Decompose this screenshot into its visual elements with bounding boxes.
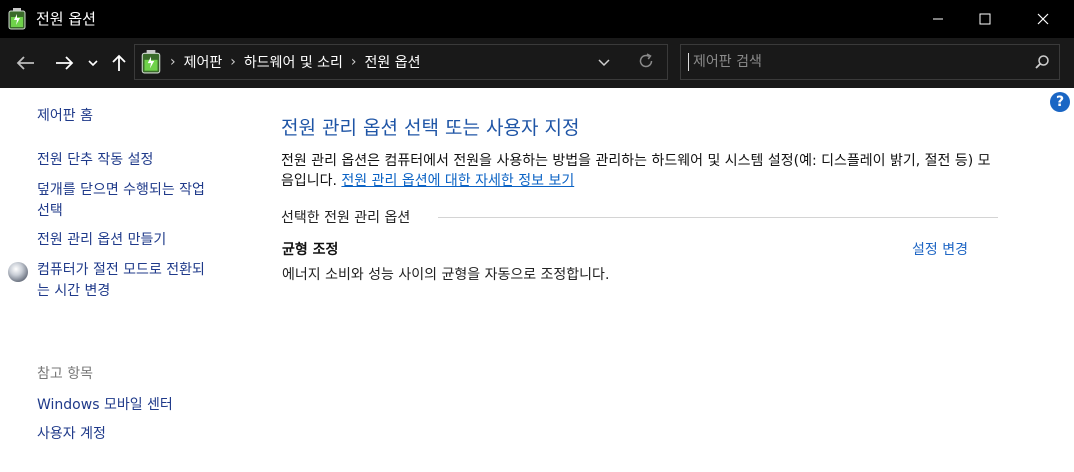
- breadcrumb-power-options[interactable]: 전원 옵션: [365, 52, 421, 72]
- chevron-down-icon: [88, 60, 98, 67]
- address-bar[interactable]: › 제어판 › 하드웨어 및 소리 › 전원 옵션: [134, 44, 668, 80]
- battery-icon: [141, 50, 161, 74]
- sidebar-item-power-button-settings[interactable]: 전원 단추 작동 설정: [37, 150, 153, 171]
- sidebar-item-sleep-time[interactable]: 컴퓨터가 절전 모드로 전환되: [37, 260, 205, 281]
- text-caret: [688, 53, 689, 71]
- back-button[interactable]: [12, 51, 40, 75]
- content-area: ? 제어판 홈 전원 단추 작동 설정 덮개를 닫으면 수행되는 작업 선택 전…: [0, 88, 1074, 472]
- refresh-button[interactable]: [637, 52, 655, 74]
- search-box[interactable]: [680, 44, 1060, 80]
- arrow-left-icon: [16, 56, 34, 70]
- window-title: 전원 옵션: [36, 10, 96, 28]
- plan-description: 에너지 소비와 성능 사이의 균형을 자동으로 조정합니다.: [282, 267, 610, 283]
- see-also-heading: 참고 항목: [37, 366, 93, 382]
- breadcrumb-hardware-sound[interactable]: 하드웨어 및 소리: [244, 52, 343, 72]
- change-plan-settings-link[interactable]: 설정 변경: [912, 240, 968, 260]
- sidebar-item-control-panel-home[interactable]: 제어판 홈: [37, 106, 93, 127]
- moon-icon: [8, 262, 28, 282]
- search-input[interactable]: [693, 51, 1023, 73]
- breadcrumb-separator[interactable]: ›: [230, 54, 236, 70]
- page-title: 전원 관리 옵션 선택 또는 사용자 지정: [281, 117, 580, 139]
- plan-name: 균형 조정: [282, 242, 339, 258]
- minimize-icon: [933, 18, 943, 20]
- breadcrumb-control-panel[interactable]: 제어판: [184, 52, 223, 72]
- refresh-icon: [639, 53, 653, 68]
- up-button[interactable]: [108, 51, 130, 75]
- sidebar-item-sleep-time-line2[interactable]: 는 시간 변경: [37, 281, 110, 302]
- arrow-right-icon: [56, 56, 74, 70]
- address-dropdown-button[interactable]: [597, 54, 611, 73]
- close-icon: [1037, 13, 1049, 25]
- forward-button[interactable]: [50, 51, 78, 75]
- title-bar: 전원 옵션: [0, 0, 1074, 38]
- maximize-button[interactable]: [961, 0, 1009, 38]
- minimize-button[interactable]: [914, 0, 962, 38]
- breadcrumb-separator[interactable]: ›: [170, 54, 176, 70]
- sidebar-item-lid-close-action-line2[interactable]: 선택: [37, 201, 63, 222]
- section-divider: [438, 217, 998, 218]
- maximize-icon: [979, 13, 991, 25]
- sidebar-item-user-accounts[interactable]: 사용자 계정: [37, 424, 106, 445]
- arrow-up-icon: [112, 54, 126, 71]
- page-description: 전원 관리 옵션은 컴퓨터에서 전원을 사용하는 방법을 관리하는 하드웨어 및…: [281, 151, 1001, 191]
- learn-more-link[interactable]: 전원 관리 옵션에 대한 자세한 정보 보기: [341, 173, 574, 189]
- search-icon: [1035, 55, 1049, 69]
- battery-icon: [8, 8, 26, 30]
- recent-locations-button[interactable]: [84, 51, 102, 75]
- help-icon[interactable]: ?: [1050, 92, 1070, 112]
- sidebar-item-lid-close-action[interactable]: 덮개를 닫으면 수행되는 작업: [37, 180, 205, 201]
- section-title: 선택한 전원 관리 옵션: [281, 209, 415, 227]
- close-button[interactable]: [1019, 0, 1067, 38]
- search-button[interactable]: [1034, 54, 1050, 74]
- breadcrumb-separator[interactable]: ›: [351, 54, 357, 70]
- chevron-down-icon: [598, 59, 610, 67]
- sidebar-item-windows-mobility-center[interactable]: Windows 모바일 센터: [37, 395, 173, 416]
- sidebar-item-create-power-plan[interactable]: 전원 관리 옵션 만들기: [37, 230, 166, 251]
